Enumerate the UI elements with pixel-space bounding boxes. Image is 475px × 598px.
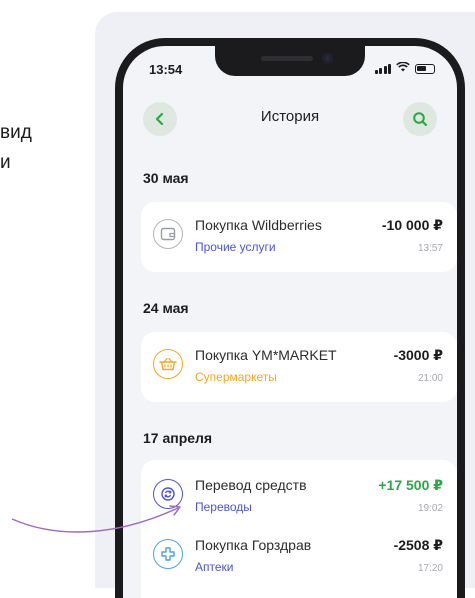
pointer-arrow	[11, 505, 181, 533]
